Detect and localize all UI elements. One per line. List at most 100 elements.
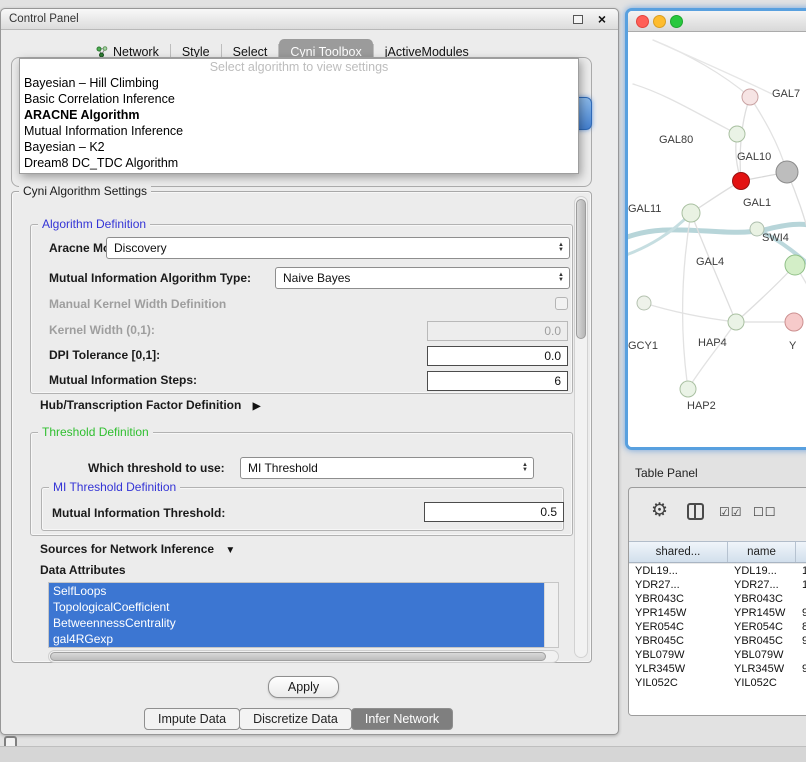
network-node-2[interactable]: [733, 173, 750, 190]
mi-algorithm-type-label: Mutual Information Algorithm Type:: [49, 271, 251, 285]
table-cell: 8.: [796, 620, 806, 634]
algorithm-popup-list: Bayesian – Hill ClimbingBasic Correlatio…: [20, 75, 578, 171]
table-row[interactable]: YIL052CYIL052C: [629, 676, 806, 690]
unchecked-rows-icon[interactable]: ☐☐: [753, 505, 777, 519]
table-row[interactable]: YER054CYER054C8.: [629, 620, 806, 634]
checked-rows-icon[interactable]: ☑☑: [719, 505, 743, 519]
algorithm-option-mutual-information-inference[interactable]: Mutual Information Inference: [20, 123, 578, 139]
node-label-gal4: GAL4: [696, 256, 724, 268]
mi-algorithm-type-select[interactable]: Naive Bayes ▲▼: [275, 267, 570, 289]
network-edge: [683, 213, 691, 389]
node-label-gal1: GAL1: [743, 197, 771, 209]
close-button[interactable]: [636, 15, 649, 28]
algorithm-option-aracne-algorithm[interactable]: ARACNE Algorithm: [20, 107, 578, 123]
manual-kernel-label: Manual Kernel Width Definition: [49, 297, 226, 311]
control-panel-title: Control Panel: [9, 13, 79, 25]
data-attributes-label: Data Attributes: [40, 563, 126, 577]
apply-button[interactable]: Apply: [268, 676, 339, 698]
control-panel-window: Control Panel × NetworkStyleSelectCyni T…: [0, 8, 619, 735]
network-node-7[interactable]: [728, 314, 744, 330]
table-cell: YBR045C: [728, 634, 796, 648]
node-label-hap2: HAP2: [687, 400, 716, 412]
network-node-1[interactable]: [729, 126, 745, 142]
algorithm-option-bayesian-hill-climbing[interactable]: Bayesian – Hill Climbing: [20, 75, 578, 91]
table-row[interactable]: YDL19...YDL19...13: [629, 564, 806, 578]
dpi-tolerance-field[interactable]: 0.0: [427, 346, 568, 366]
table-row[interactable]: YBL079WYBL079W: [629, 648, 806, 662]
network-canvas[interactable]: GAL7GAL80GAL10GAL11GAL1SWI4GAL4GCY1HAP4H…: [628, 32, 806, 447]
which-threshold-label: Which threshold to use:: [88, 461, 225, 475]
gear-icon[interactable]: ⚙: [651, 499, 668, 522]
kernel-width-field[interactable]: 0.0: [427, 321, 568, 341]
mi-threshold-field[interactable]: 0.5: [424, 502, 564, 522]
settings-scrollbar-thumb[interactable]: [576, 199, 586, 339]
table-cell: YER054C: [728, 620, 796, 634]
table-row[interactable]: YBR043CYBR043C: [629, 592, 806, 606]
bottom-tab-discretize-data[interactable]: Discretize Data: [239, 708, 352, 730]
mi-threshold-definition-title: MI Threshold Definition: [49, 480, 180, 494]
network-node-6[interactable]: [785, 255, 805, 275]
network-edge: [688, 322, 736, 389]
settings-scrollbar[interactable]: [574, 196, 588, 658]
network-node-10[interactable]: [637, 296, 651, 310]
chevron-updown-icon: ▲▼: [558, 238, 564, 258]
algorithm-option-bayesian-k2[interactable]: Bayesian – K2: [20, 139, 578, 155]
attribute-list-hscrollbar-thumb[interactable]: [50, 652, 546, 661]
table-row[interactable]: YPR145WYPR145W9.: [629, 606, 806, 620]
expanded-arrow-icon: ▼: [225, 545, 235, 556]
hub-section-header[interactable]: Hub/Transcription Factor Definition ▶: [40, 398, 260, 412]
node-label-gal80: GAL80: [659, 134, 693, 146]
column-header-col2[interactable]: [796, 542, 806, 562]
close-icon[interactable]: ×: [598, 9, 606, 30]
network-edge: [644, 303, 736, 322]
network-window-titlebar[interactable]: [628, 11, 806, 32]
data-attribute-list: SelfLoopsTopologicalCoefficientBetweenne…: [49, 583, 544, 647]
node-label-y: Y: [789, 340, 797, 352]
network-view-window: GAL7GAL80GAL10GAL11GAL1SWI4GAL4GCY1HAP4H…: [625, 8, 806, 450]
bottom-tab-impute-data[interactable]: Impute Data: [144, 708, 240, 730]
bottom-bar: [0, 746, 806, 762]
table-cell: YBR043C: [728, 592, 796, 606]
threshold-definition-title: Threshold Definition: [38, 425, 153, 439]
threshold-definition-group: Threshold Definition Which threshold to …: [30, 432, 573, 536]
node-label-gal11: GAL11: [628, 203, 661, 215]
cyni-algorithm-settings-group: Cyni Algorithm Settings Algorithm Defini…: [11, 191, 592, 663]
mi-threshold-label: Mutual Information Threshold:: [52, 506, 225, 520]
network-node-0[interactable]: [742, 89, 758, 105]
aracne-mode-select[interactable]: Discovery ▲▼: [106, 237, 570, 259]
attribute-item-selfloops[interactable]: SelfLoops: [49, 583, 544, 599]
attribute-item-betweennesscentrality[interactable]: BetweennessCentrality: [49, 615, 544, 631]
attribute-list-hscrollbar[interactable]: [48, 650, 559, 663]
column-header-shared[interactable]: shared...: [629, 542, 728, 562]
zoom-button[interactable]: [670, 15, 683, 28]
attribute-list-scrollbar[interactable]: [544, 583, 558, 647]
table-body: YDL19...YDL19...13YDR27...YDR27...12YBR0…: [629, 564, 806, 715]
columns-icon[interactable]: [687, 503, 704, 520]
network-node-3[interactable]: [776, 161, 798, 183]
attribute-item-topologicalcoefficient[interactable]: TopologicalCoefficient: [49, 599, 544, 615]
node-label-gcy1: GCY1: [628, 340, 658, 352]
algorithm-option-dream8-dc-tdc-algorithm[interactable]: Dream8 DC_TDC Algorithm: [20, 155, 578, 171]
bottom-tab-infer-network[interactable]: Infer Network: [351, 708, 453, 730]
table-cell: 13: [796, 564, 806, 578]
table-cell: 9.: [796, 634, 806, 648]
algorithm-option-basic-correlation-inference[interactable]: Basic Correlation Inference: [20, 91, 578, 107]
network-edge: [653, 40, 750, 97]
network-node-4[interactable]: [682, 204, 700, 222]
table-row[interactable]: YLR345WYLR345W9.: [629, 662, 806, 676]
network-node-8[interactable]: [785, 313, 803, 331]
column-header-name[interactable]: name: [728, 542, 796, 562]
mi-steps-field[interactable]: 6: [427, 371, 568, 391]
network-canvas-svg[interactable]: GAL7GAL80GAL10GAL11GAL1SWI4GAL4GCY1HAP4H…: [628, 32, 806, 450]
network-node-9[interactable]: [680, 381, 696, 397]
attribute-item-gal4rgexp[interactable]: gal4RGexp: [49, 631, 544, 647]
sources-section-header[interactable]: Sources for Network Inference ▼: [40, 542, 235, 556]
mi-algorithm-type-value: Naive Bayes: [283, 271, 350, 285]
float-window-icon[interactable]: [573, 15, 583, 24]
manual-kernel-checkbox[interactable]: [555, 297, 568, 310]
table-row[interactable]: YDR27...YDR27...12: [629, 578, 806, 592]
table-row[interactable]: YBR045CYBR045C9.: [629, 634, 806, 648]
algorithm-dropdown-placeholder: Select algorithm to view settings: [20, 60, 578, 75]
minimize-button[interactable]: [653, 15, 666, 28]
which-threshold-select[interactable]: MI Threshold ▲▼: [240, 457, 534, 479]
